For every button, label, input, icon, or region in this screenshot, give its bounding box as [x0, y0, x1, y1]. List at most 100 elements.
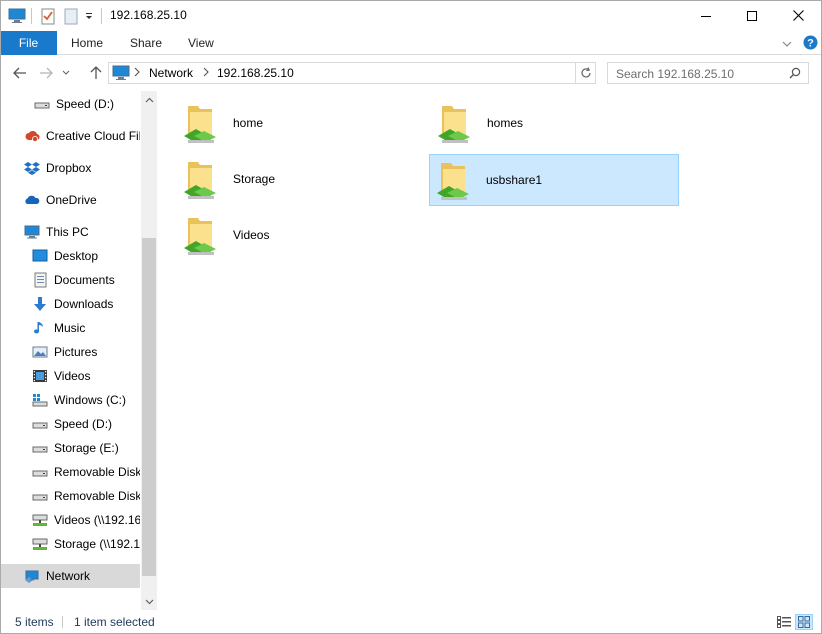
status-bar: 5 items 1 item selected	[0, 610, 822, 634]
recent-locations-button[interactable]	[60, 64, 72, 82]
up-button[interactable]	[86, 64, 106, 82]
help-icon[interactable]: ?	[803, 35, 818, 53]
minimize-button[interactable]	[683, 0, 729, 31]
refresh-button[interactable]	[576, 62, 596, 84]
breadcrumb-host[interactable]: 192.168.25.10	[217, 66, 294, 80]
share-label: Storage	[233, 172, 276, 186]
share-label: home	[233, 116, 264, 130]
drive-icon	[34, 96, 50, 112]
sidebar-item-label: Desktop	[54, 249, 99, 263]
dropbox-icon	[24, 160, 40, 176]
sidebar-item-label: Videos	[54, 369, 91, 383]
drive-icon	[32, 488, 48, 504]
share-tile-home[interactable]: home	[176, 97, 426, 149]
breadcrumb-separator-icon[interactable]	[134, 66, 140, 80]
search-icon[interactable]	[789, 67, 801, 82]
sidebar-item-speed-d-top[interactable]: Speed (D:)	[0, 92, 140, 116]
shared-folder-icon	[184, 218, 216, 255]
sidebar-item-dropbox[interactable]: Dropbox	[0, 156, 140, 180]
computer-icon	[112, 65, 130, 84]
forward-button[interactable]	[36, 64, 56, 82]
sidebar-item-onedrive[interactable]: OneDrive	[0, 188, 140, 212]
separator	[62, 616, 63, 628]
sidebar-item-music[interactable]: Music	[0, 316, 140, 340]
share-tile-videos[interactable]: Videos	[176, 209, 426, 261]
properties-icon[interactable]	[40, 7, 56, 25]
sidebar-item-videos[interactable]: Videos	[0, 364, 140, 388]
sidebar-item-documents[interactable]: Documents	[0, 268, 140, 292]
shared-folder-icon	[437, 163, 469, 200]
drive-icon	[32, 416, 48, 432]
sidebar-item-network[interactable]: Network	[0, 564, 140, 588]
share-tile-usbshare1[interactable]: usbshare1	[429, 154, 679, 206]
back-button[interactable]	[10, 64, 30, 82]
network-drive-icon	[32, 536, 48, 552]
sidebar-item-speed-d[interactable]: Speed (D:)	[0, 412, 140, 436]
minimize-icon	[701, 15, 711, 17]
item-count: 5 items	[15, 615, 54, 629]
maximize-icon	[747, 10, 757, 21]
tab-share[interactable]: Share	[130, 31, 162, 55]
tab-view[interactable]: View	[188, 31, 214, 55]
title-bar: 192.168.25.10	[0, 0, 822, 31]
sidebar-item-label: Pictures	[54, 345, 98, 359]
content-pane: home homes Storage usbshare1 Videos	[160, 91, 822, 610]
sidebar-item-label: Dropbox	[46, 161, 92, 175]
customize-toolbar-chevron-icon[interactable]	[84, 7, 94, 25]
sidebar-item-removable-disk-1[interactable]: Removable Disk	[0, 460, 140, 484]
downloads-icon	[32, 296, 48, 312]
tab-home[interactable]: Home	[71, 31, 103, 55]
sidebar-item-label: Documents	[54, 273, 115, 287]
refresh-icon	[580, 67, 591, 78]
share-tile-storage[interactable]: Storage	[176, 153, 426, 205]
arrow-up-icon	[90, 66, 102, 79]
share-label: usbshare1	[486, 173, 543, 187]
sidebar-item-creative-cloud[interactable]: Creative Cloud Files	[0, 124, 140, 148]
network-drive-icon	[32, 512, 48, 528]
network-icon	[24, 568, 40, 584]
sidebar-item-storage-e[interactable]: Storage (E:)	[0, 436, 140, 460]
shared-folder-icon	[184, 162, 216, 199]
details-view-icon	[777, 616, 791, 628]
sidebar-item-storage-network[interactable]: Storage (\\192.168.25.10)	[0, 532, 140, 556]
documents-icon	[32, 272, 48, 288]
scroll-down-button[interactable]	[141, 593, 157, 610]
maximize-button[interactable]	[729, 0, 775, 31]
chevron-down-icon	[145, 599, 153, 604]
expand-ribbon-chevron-icon[interactable]	[782, 37, 792, 51]
share-label: Videos	[233, 228, 270, 242]
navigation-scrollbar[interactable]	[141, 91, 157, 610]
tab-file[interactable]: File	[0, 31, 57, 55]
shared-folder-icon	[438, 106, 470, 143]
sidebar-item-removable-disk-2[interactable]: Removable Disk	[0, 484, 140, 508]
new-folder-icon[interactable]	[64, 7, 78, 25]
scroll-up-button[interactable]	[141, 91, 157, 108]
sidebar-item-label: This PC	[46, 225, 89, 239]
breadcrumb-separator-icon[interactable]	[203, 66, 209, 80]
videos-icon	[32, 368, 48, 384]
sidebar-item-label: Speed (D:)	[56, 97, 115, 111]
computer-icon[interactable]	[8, 7, 26, 25]
share-tile-homes[interactable]: homes	[430, 97, 680, 149]
breadcrumb-network[interactable]: Network	[149, 66, 193, 80]
details-view-button[interactable]	[775, 614, 793, 630]
sidebar-item-downloads[interactable]: Downloads	[0, 292, 140, 316]
search-input[interactable]: Search 192.168.25.10	[607, 62, 809, 84]
sidebar-item-label: Windows (C:)	[54, 393, 127, 407]
address-bar[interactable]: Network 192.168.25.10	[108, 62, 673, 84]
close-icon	[792, 10, 804, 21]
window-title: 192.168.25.10	[110, 8, 187, 22]
close-button[interactable]	[775, 0, 821, 31]
sidebar-item-windows-c[interactable]: Windows (C:)	[0, 388, 140, 412]
desktop-icon	[32, 248, 48, 264]
arrow-right-icon	[40, 67, 53, 79]
sidebar-item-videos-network[interactable]: Videos (\\192.168.25.10)	[0, 508, 140, 532]
sidebar-item-label: Creative Cloud Files	[46, 129, 140, 143]
sidebar-item-pictures[interactable]: Pictures	[0, 340, 140, 364]
drive-icon	[32, 464, 48, 480]
large-icons-view-button[interactable]	[795, 614, 813, 630]
pictures-icon	[32, 344, 48, 360]
scrollbar-thumb[interactable]	[142, 238, 156, 576]
sidebar-item-desktop[interactable]: Desktop	[0, 244, 140, 268]
sidebar-item-this-pc[interactable]: This PC	[0, 220, 140, 244]
